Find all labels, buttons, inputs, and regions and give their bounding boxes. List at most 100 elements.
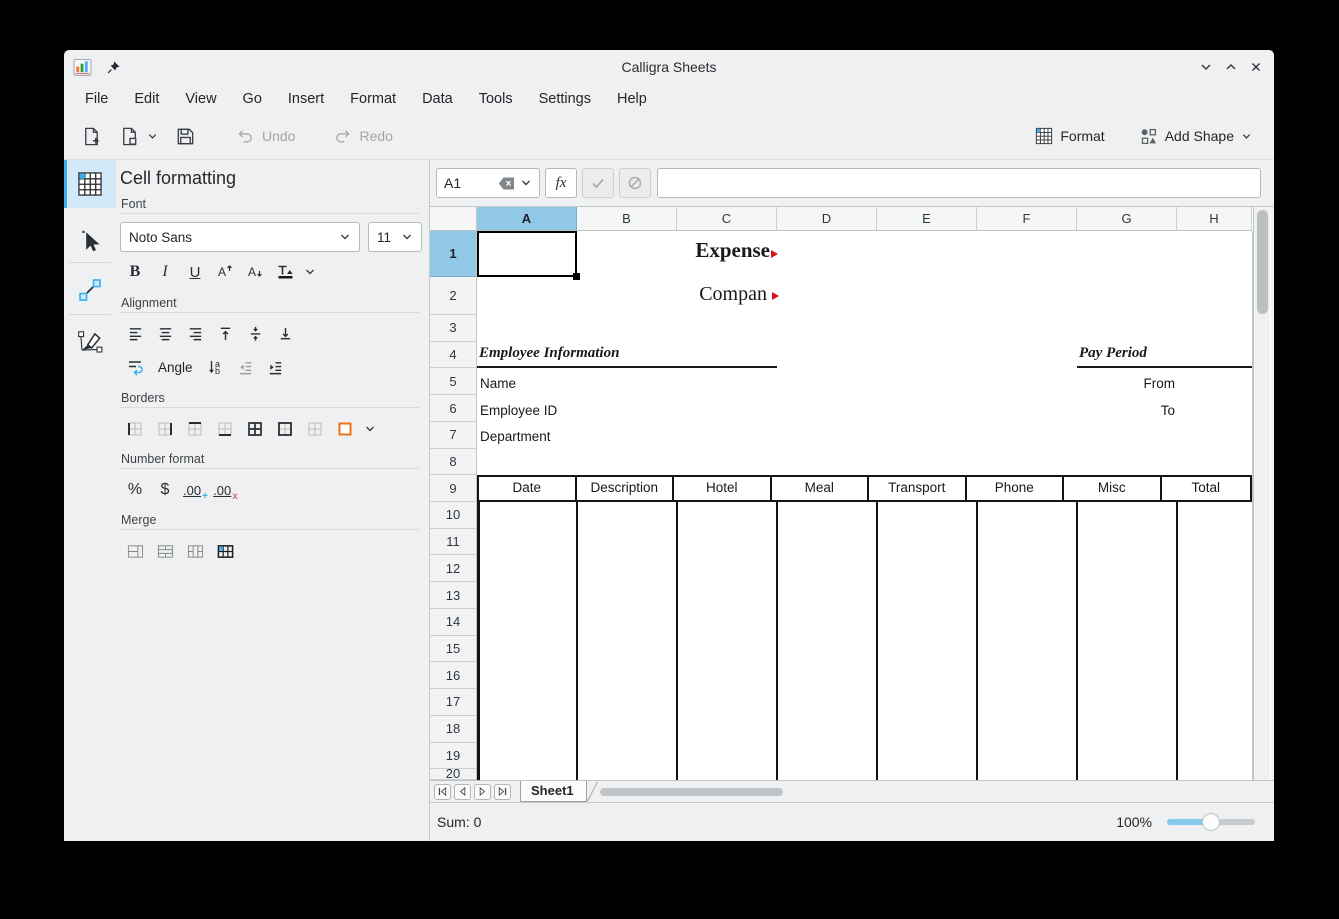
currency-format-button[interactable]: $ (150, 477, 180, 503)
zoom-slider-knob[interactable] (1202, 813, 1220, 831)
zoom-slider[interactable] (1167, 819, 1255, 825)
redo-button[interactable]: Redo (325, 123, 400, 150)
menu-item-data[interactable]: Data (409, 87, 466, 111)
row-header-18[interactable]: 18 (430, 716, 476, 743)
border-color-swatch[interactable] (330, 416, 360, 442)
open-document-button[interactable] (114, 121, 144, 151)
row-header-2[interactable]: 2 (430, 277, 476, 315)
angle-button[interactable]: Angle (150, 360, 201, 375)
align-top-icon[interactable] (210, 320, 240, 346)
increase-precision-button[interactable]: .00+ (180, 477, 210, 503)
font-color-chevron[interactable] (300, 259, 320, 285)
underline-button[interactable]: U (180, 259, 210, 285)
cancel-formula-button[interactable] (619, 168, 651, 198)
row-header-14[interactable]: 14 (430, 609, 476, 636)
path-tool-button[interactable] (64, 318, 116, 366)
border-right-icon[interactable] (150, 416, 180, 442)
unmerge-cells-icon[interactable] (210, 538, 240, 564)
row-header-16[interactable]: 16 (430, 662, 476, 689)
vertical-text-icon[interactable]: ab (201, 354, 231, 380)
maximize-button[interactable] (1223, 59, 1239, 75)
column-header-h[interactable]: H (1177, 207, 1252, 230)
percent-format-button[interactable]: % (120, 477, 150, 503)
menu-item-help[interactable]: Help (604, 87, 660, 111)
add-shape-button[interactable]: Add Shape (1131, 123, 1260, 150)
border-chevron[interactable] (360, 416, 380, 442)
save-button[interactable] (170, 121, 200, 151)
align-left-icon[interactable] (120, 320, 150, 346)
open-recent-chevron[interactable] (144, 131, 160, 142)
font-family-select[interactable]: Noto Sans (120, 222, 360, 252)
new-document-button[interactable] (76, 121, 106, 151)
row-header-4[interactable]: 4 (430, 342, 476, 369)
column-header-a[interactable]: A (477, 207, 577, 230)
row-header-12[interactable]: 12 (430, 555, 476, 582)
select-all-corner[interactable] (430, 207, 477, 231)
row-header-5[interactable]: 5 (430, 368, 476, 395)
menu-item-go[interactable]: Go (230, 87, 275, 111)
menu-item-view[interactable]: View (172, 87, 229, 111)
close-button[interactable] (1248, 59, 1264, 75)
sheet-tab-active[interactable]: Sheet1 (520, 781, 587, 802)
font-size-select[interactable]: 11 (368, 222, 422, 252)
align-bottom-icon[interactable] (270, 320, 300, 346)
column-header-g[interactable]: G (1077, 207, 1177, 230)
first-sheet-button[interactable] (434, 784, 451, 800)
row-header-6[interactable]: 6 (430, 395, 476, 422)
merge-cells-icon[interactable] (120, 538, 150, 564)
column-header-d[interactable]: D (777, 207, 877, 230)
row-header-13[interactable]: 13 (430, 582, 476, 609)
align-right-icon[interactable] (180, 320, 210, 346)
align-vcenter-icon[interactable] (240, 320, 270, 346)
spreadsheet-grid[interactable]: ABCDEFGH 1234567891011121314151617181920… (430, 207, 1271, 780)
horizontal-scrollbar-thumb[interactable] (600, 788, 783, 796)
menu-item-file[interactable]: File (72, 87, 121, 111)
column-header-c[interactable]: C (677, 207, 777, 230)
minimize-button[interactable] (1198, 59, 1214, 75)
menu-item-edit[interactable]: Edit (121, 87, 172, 111)
row-header-3[interactable]: 3 (430, 315, 476, 342)
line-tool-button[interactable] (64, 266, 116, 314)
undo-button[interactable]: Undo (228, 123, 303, 150)
border-outer-icon[interactable] (270, 416, 300, 442)
menu-item-settings[interactable]: Settings (526, 87, 604, 111)
clear-icon[interactable] (498, 177, 515, 190)
bold-button[interactable]: B (120, 259, 150, 285)
row-header-10[interactable]: 10 (430, 502, 476, 529)
grid-content[interactable]: Expense Compan Employee Information Pay … (477, 231, 1253, 780)
border-bottom-icon[interactable] (210, 416, 240, 442)
increase-indent-icon[interactable] (261, 354, 291, 380)
column-header-f[interactable]: F (977, 207, 1077, 230)
title-bar[interactable]: Calligra Sheets (64, 50, 1274, 84)
formula-fx-button[interactable]: fx (545, 168, 577, 198)
cell-tool-button[interactable] (64, 160, 116, 208)
font-color-icon[interactable] (270, 259, 300, 285)
menu-item-tools[interactable]: Tools (466, 87, 526, 111)
apply-formula-button[interactable] (582, 168, 614, 198)
row-header-9[interactable]: 9 (430, 475, 476, 502)
decrease-precision-button[interactable]: .00x (210, 477, 240, 503)
column-header-b[interactable]: B (577, 207, 677, 230)
row-header-8[interactable]: 8 (430, 449, 476, 476)
row-header-1[interactable]: 1 (430, 231, 476, 277)
row-header-11[interactable]: 11 (430, 529, 476, 556)
row-header-7[interactable]: 7 (430, 422, 476, 449)
menu-item-format[interactable]: Format (337, 87, 409, 111)
decrease-indent-icon[interactable] (231, 354, 261, 380)
row-header-19[interactable]: 19 (430, 743, 476, 770)
chevron-down-icon[interactable] (520, 177, 532, 189)
shrink-font-icon[interactable]: A (240, 259, 270, 285)
previous-sheet-button[interactable] (454, 784, 471, 800)
border-none-icon[interactable] (300, 416, 330, 442)
align-center-icon[interactable] (150, 320, 180, 346)
row-header-20[interactable]: 20 (430, 769, 476, 780)
menu-item-insert[interactable]: Insert (275, 87, 337, 111)
next-sheet-button[interactable] (474, 784, 491, 800)
row-header-17[interactable]: 17 (430, 689, 476, 716)
border-top-icon[interactable] (180, 416, 210, 442)
vertical-scrollbar-thumb[interactable] (1257, 210, 1268, 314)
vertical-scrollbar[interactable] (1253, 207, 1270, 780)
wrap-text-icon[interactable] (120, 354, 150, 380)
cell-reference-combo[interactable]: A1 (436, 168, 540, 198)
format-button[interactable]: Format (1027, 123, 1112, 149)
